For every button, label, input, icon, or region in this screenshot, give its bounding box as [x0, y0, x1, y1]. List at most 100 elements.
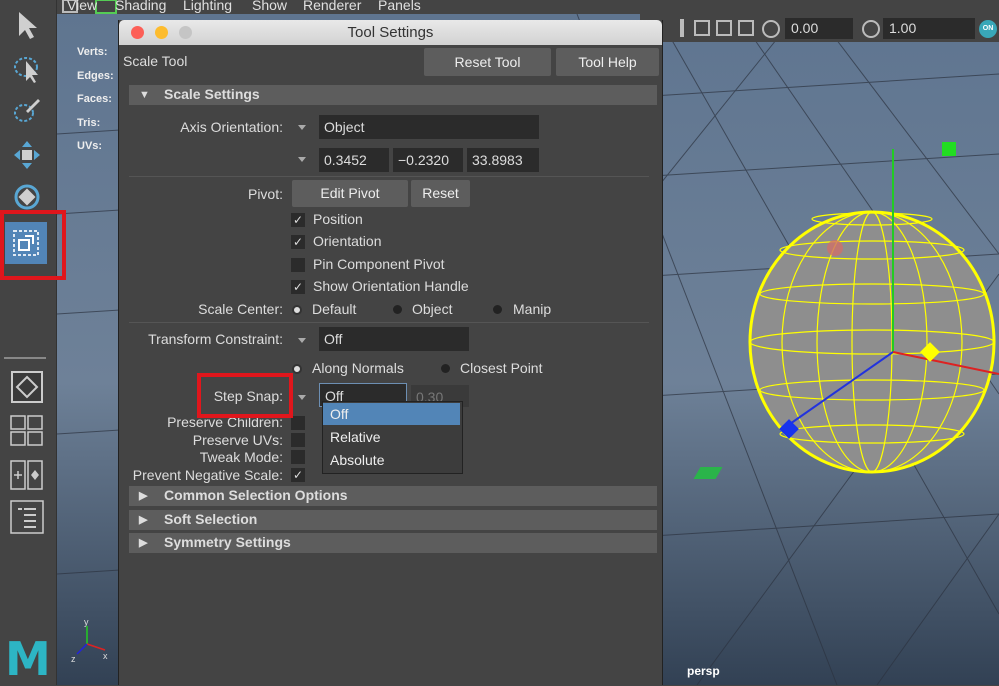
closest-point-label: Closest Point — [460, 360, 543, 376]
panel-menubar: View Shading Lighting Show Renderer Pane… — [0, 0, 999, 14]
gamma-icon[interactable] — [862, 20, 880, 38]
menu-shading[interactable]: Shading — [115, 0, 166, 13]
camera-attr-icon[interactable] — [95, 0, 117, 14]
expanded-chevron-icon: ▼ — [139, 89, 150, 101]
scale-center-object-label: Object — [412, 301, 453, 317]
scale-center-default-label: Default — [312, 301, 357, 317]
axis-value-z[interactable]: 33.8983 — [467, 148, 539, 172]
scale-center-label: Scale Center: — [198, 301, 283, 317]
reset-pivot-button[interactable]: Reset — [411, 180, 470, 207]
collapsed-chevron-icon: ▶ — [139, 537, 148, 549]
transform-constraint-arrow-icon[interactable] — [298, 338, 306, 343]
along-normals-label: Along Normals — [312, 360, 404, 376]
show-orientation-handle-label: Show Orientation Handle — [313, 278, 469, 294]
maya-logo: M — [5, 632, 51, 686]
hud-tris: Tris: — [77, 117, 101, 129]
lasso-tool-icon[interactable] — [7, 50, 47, 88]
prevent-negative-scale-label: Prevent Negative Scale: — [132, 467, 283, 483]
gamma-field[interactable]: 1.00 — [883, 18, 975, 39]
position-label: Position — [313, 211, 363, 227]
axis-orientation-arrow-icon[interactable] — [298, 125, 306, 130]
soft-selection-header[interactable]: ▶ Soft Selection — [129, 510, 657, 530]
step-snap-highlight — [197, 373, 293, 418]
outliner-layout-icon[interactable] — [7, 498, 47, 536]
axis-y-label: y — [84, 617, 89, 627]
toolbar-separator-icon — [680, 19, 684, 37]
axis-orientation-label: Axis Orientation: — [180, 119, 283, 135]
single-layout-icon[interactable] — [7, 368, 47, 406]
preserve-uvs-checkbox[interactable] — [291, 433, 305, 447]
step-snap-dropdown: Off Relative Absolute — [322, 401, 463, 474]
toolbar-grid-icon[interactable] — [716, 20, 732, 36]
move-tool-icon[interactable] — [7, 136, 47, 174]
scale-settings-title: Scale Settings — [164, 86, 260, 102]
preserve-uvs-label: Preserve UVs: — [192, 432, 283, 448]
orientation-checkbox[interactable]: ✓ — [291, 235, 305, 249]
axis-z-label: z — [71, 654, 76, 664]
window-title: Tool Settings — [347, 24, 434, 41]
tool-help-button[interactable]: Tool Help — [556, 48, 659, 76]
menu-renderer[interactable]: Renderer — [303, 0, 361, 13]
scale-center-manip-label: Manip — [513, 301, 552, 317]
four-view-layout-icon[interactable] — [7, 412, 47, 450]
common-selection-options-title: Common Selection Options — [164, 487, 348, 503]
toolbox: M — [0, 0, 57, 685]
two-view-layout-icon[interactable] — [7, 456, 47, 494]
show-orientation-handle-checkbox[interactable]: ✓ — [291, 280, 305, 294]
y-scale-handle-icon[interactable] — [942, 142, 956, 156]
menu-show[interactable]: Show — [252, 0, 287, 13]
step-snap-arrow-icon[interactable] — [298, 395, 306, 400]
menu-lighting[interactable]: Lighting — [183, 0, 232, 13]
collapsed-chevron-icon: ▶ — [139, 490, 148, 502]
axis-value-y[interactable]: −0.2320 — [393, 148, 463, 172]
paint-select-tool-icon[interactable] — [7, 92, 47, 130]
scale-center-manip-radio[interactable] — [493, 305, 502, 314]
position-checkbox[interactable]: ✓ — [291, 213, 305, 227]
dropdown-option-absolute[interactable]: Absolute — [323, 449, 460, 471]
toolbox-divider — [4, 357, 46, 359]
common-selection-options-header[interactable]: ▶ Common Selection Options — [129, 486, 657, 506]
axis-x-label: x — [103, 651, 108, 661]
scale-center-default-radio[interactable] — [292, 305, 302, 315]
axis-values-arrow-icon[interactable] — [298, 157, 306, 162]
menu-panels[interactable]: Panels — [378, 0, 421, 13]
exposure-icon[interactable] — [762, 20, 780, 38]
camera-label: persp — [687, 664, 720, 678]
window-titlebar[interactable]: Tool Settings — [119, 20, 662, 45]
hud-verts: Verts: — [77, 46, 108, 58]
select-tool-icon[interactable] — [7, 6, 47, 44]
axis-gizmo — [76, 626, 106, 655]
menu-view[interactable]: View — [67, 0, 97, 13]
axis-value-x[interactable]: 0.3452 — [319, 148, 389, 172]
plane-handle-icon[interactable] — [693, 467, 723, 479]
symmetry-settings-header[interactable]: ▶ Symmetry Settings — [129, 533, 657, 553]
tweak-mode-label: Tweak Mode: — [199, 449, 283, 465]
tweak-mode-checkbox[interactable] — [291, 450, 305, 464]
exposure-field[interactable]: 0.00 — [785, 18, 853, 39]
tool-settings-window: Tool Settings Scale Tool Reset Tool Tool… — [118, 20, 663, 685]
dropdown-option-relative[interactable]: Relative — [323, 426, 460, 448]
preserve-children-checkbox[interactable] — [291, 416, 305, 430]
pin-component-pivot-checkbox[interactable] — [291, 258, 305, 272]
closest-point-radio[interactable] — [441, 364, 450, 373]
transform-constraint-field[interactable]: Off — [319, 327, 469, 351]
color-management-toggle[interactable]: ON — [979, 20, 997, 38]
pivot-label: Pivot: — [247, 186, 283, 202]
edit-pivot-button[interactable]: Edit Pivot — [292, 180, 408, 207]
scale-center-object-radio[interactable] — [393, 305, 402, 314]
collapsed-chevron-icon: ▶ — [139, 514, 148, 526]
prevent-negative-scale-checkbox[interactable]: ✓ — [291, 468, 305, 482]
dropdown-option-off[interactable]: Off — [323, 403, 460, 425]
along-normals-radio[interactable] — [292, 364, 302, 374]
hud-faces: Faces: — [77, 93, 112, 105]
scale-settings-header[interactable]: ▼ Scale Settings — [129, 85, 657, 105]
toolbar-xray-icon[interactable] — [738, 20, 754, 36]
transform-constraint-label: Transform Constraint: — [148, 331, 283, 347]
reset-tool-button[interactable]: Reset Tool — [424, 48, 551, 76]
toolbar-frame-icon[interactable] — [694, 20, 710, 36]
axis-orientation-field[interactable]: Object — [319, 115, 539, 139]
scale-tool-highlight — [0, 210, 66, 280]
symmetry-settings-title: Symmetry Settings — [164, 534, 291, 550]
soft-selection-title: Soft Selection — [164, 511, 258, 527]
hud-uvs: UVs: — [77, 140, 103, 152]
